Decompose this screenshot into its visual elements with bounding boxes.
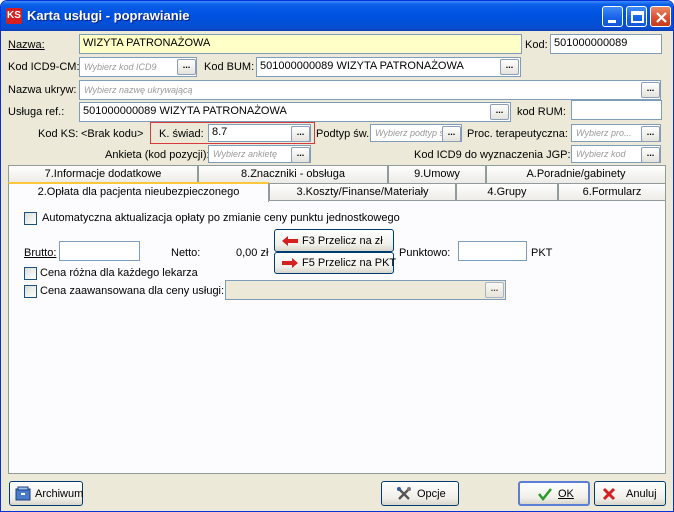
auto-update-checkbox[interactable] bbox=[24, 212, 37, 225]
anuluj-button[interactable]: Anuluj bbox=[594, 481, 666, 506]
auto-update-label: Automatyczna aktualizacja opłaty po zmia… bbox=[42, 212, 400, 224]
brutto-label: Brutto: bbox=[24, 247, 57, 259]
podtyp-label: Podtyp św.: bbox=[316, 128, 373, 140]
ok-label: OK bbox=[558, 487, 574, 500]
usluga-ref-browse-button[interactable]: ... bbox=[490, 104, 509, 120]
icd9-jgp-placeholder: Wybierz kod bbox=[576, 149, 626, 159]
tab-znaczniki-obsluga[interactable]: 8.Znaczniki - obsługa bbox=[198, 165, 388, 183]
kodks-label: Kod KS: bbox=[38, 128, 79, 140]
kswiad-label: K. świad: bbox=[159, 128, 204, 140]
podtyp-browse-button[interactable]: ... bbox=[442, 126, 461, 142]
rum-label: kod RUM: bbox=[517, 106, 566, 118]
archiwum-label: Archiwum bbox=[35, 487, 84, 500]
ukryw-label-text: Nazwa ukryw: bbox=[8, 84, 77, 96]
cena-zaawansowana-input[interactable] bbox=[225, 280, 506, 300]
cena-rozna-checkbox[interactable] bbox=[24, 267, 37, 280]
nazwa-input[interactable]: WIZYTA PATRONAŻOWA bbox=[79, 34, 522, 54]
punktowo-label: Punktowo: bbox=[399, 247, 451, 259]
przelicz-zl-label: F3 Przelicz na zł bbox=[302, 234, 383, 247]
close-icon bbox=[656, 12, 667, 23]
icd9-label: Kod ICD9-CM: bbox=[8, 61, 80, 73]
usluga-ref-label: Usługa ref.: bbox=[8, 106, 65, 118]
ukryw-label: Nazwa ukryw: bbox=[8, 84, 76, 96]
cena-zaawansowana-label: Cena zaawansowana dla ceny usługi: bbox=[40, 285, 225, 297]
maximize-button[interactable] bbox=[626, 6, 647, 27]
pkt-unit-label: PKT bbox=[531, 247, 553, 259]
bum-label: Kod BUM: bbox=[204, 61, 255, 73]
przelicz-pkt-label: F5 Przelicz na PKT bbox=[302, 257, 397, 269]
app-icon: KS bbox=[6, 8, 22, 24]
ankieta-placeholder: Wybierz ankietę bbox=[213, 149, 278, 159]
icd9-jgp-browse-button[interactable]: ... bbox=[641, 147, 660, 163]
proc-browse-button[interactable]: ... bbox=[641, 126, 660, 142]
close-button[interactable] bbox=[650, 6, 671, 27]
kodks-value: <Brak kodu> bbox=[81, 128, 144, 140]
cena-rozna-label: Cena różna dla każdego lekarza bbox=[40, 267, 198, 279]
cena-zaawansowana-checkbox[interactable] bbox=[24, 285, 37, 298]
bum-input[interactable]: 501000000089 WIZYTA PATRONAŻOWA bbox=[256, 57, 521, 77]
proc-label: Proc. terapeutyczna: bbox=[467, 128, 568, 140]
tab-koszty-finanse[interactable]: 3.Koszty/Finanse/Materiały bbox=[269, 183, 456, 201]
icd9-placeholder: Wybierz kod ICD9 bbox=[84, 62, 157, 72]
tab-oplata-pacjenta[interactable]: 2.Opłata dla pacjenta nieubezpieczonego bbox=[8, 182, 269, 202]
anuluj-label: Anuluj bbox=[626, 487, 657, 500]
punktowo-input[interactable] bbox=[458, 241, 527, 261]
opcje-button[interactable]: Opcje bbox=[381, 481, 459, 506]
ukryw-input[interactable]: Wybierz nazwę ukrywającą bbox=[79, 80, 661, 100]
kod-label: Kod: bbox=[525, 39, 548, 51]
archive-icon bbox=[15, 486, 31, 500]
tab-grupy[interactable]: 4.Grupy bbox=[456, 183, 558, 201]
netto-value: 0,00 zł bbox=[236, 247, 269, 259]
maximize-icon bbox=[631, 11, 644, 23]
tab-formularz[interactable]: 6.Formularz bbox=[558, 183, 666, 201]
przelicz-pkt-button[interactable]: F5 Przelicz na PKT bbox=[274, 252, 397, 274]
archiwum-button[interactable]: Archiwum bbox=[9, 481, 83, 506]
arrow-right-icon bbox=[282, 258, 298, 268]
netto-label: Netto: bbox=[171, 247, 201, 259]
ok-button[interactable]: OK bbox=[518, 481, 590, 506]
tab-informacje-dodatkowe[interactable]: 7.Informacje dodatkowe bbox=[8, 165, 198, 183]
title-bar[interactable]: KS Karta usługi - poprawianie bbox=[1, 1, 673, 31]
kswiad-browse-button[interactable]: ... bbox=[291, 126, 310, 142]
ukryw-placeholder: Wybierz nazwę ukrywającą bbox=[84, 85, 193, 95]
proc-placeholder: Wybierz pro... bbox=[576, 128, 632, 138]
cancel-icon bbox=[602, 487, 616, 500]
dialog-window: KS Karta usługi - poprawianie Nazwa: WIZ… bbox=[0, 0, 674, 512]
przelicz-zl-button[interactable]: F3 Przelicz na zł bbox=[274, 229, 394, 252]
icd9-browse-button[interactable]: ... bbox=[177, 59, 196, 75]
kod-input[interactable]: 501000000089 bbox=[550, 34, 662, 54]
ukryw-browse-button[interactable]: ... bbox=[641, 82, 660, 98]
cena-zaawansowana-browse-button[interactable]: ... bbox=[485, 282, 504, 298]
brutto-input[interactable] bbox=[59, 241, 140, 261]
opcje-label: Opcje bbox=[417, 487, 446, 500]
bum-browse-button[interactable]: ... bbox=[500, 59, 519, 75]
nazwa-label: Nazwa: bbox=[8, 39, 45, 51]
usluga-ref-input[interactable]: 501000000089 WIZYTA PATRONAŻOWA bbox=[79, 102, 511, 122]
tab-poradnie-gabinety[interactable]: A.Poradnie/gabinety bbox=[486, 165, 666, 183]
minimize-icon bbox=[608, 20, 616, 23]
ankieta-label: Ankieta (kod pozycji): bbox=[105, 149, 210, 161]
icd9-jgp-label: Kod ICD9 do wyznaczenia JGP: bbox=[414, 149, 571, 161]
tools-icon bbox=[397, 486, 411, 500]
check-icon bbox=[538, 487, 552, 501]
window-title: Karta usługi - poprawianie bbox=[27, 8, 190, 23]
rum-input[interactable] bbox=[571, 100, 662, 120]
arrow-left-icon bbox=[282, 235, 298, 246]
minimize-button[interactable] bbox=[602, 6, 623, 27]
ankieta-browse-button[interactable]: ... bbox=[291, 147, 310, 163]
tab-umowy[interactable]: 9.Umowy bbox=[388, 165, 486, 183]
